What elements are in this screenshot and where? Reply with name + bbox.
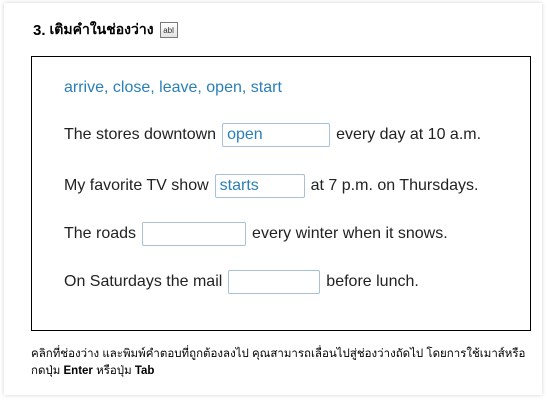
exercise-title: เติมคำในช่องว่าง (49, 21, 154, 37)
tab-key-label: Tab (134, 365, 155, 377)
blank-4-input[interactable] (228, 270, 321, 294)
exercise-header: 3. เติมคำในช่องว่าง abl (33, 20, 178, 40)
sentence-4-after: before lunch. (326, 273, 419, 290)
sentence-3: The roads every winter when it snows. (64, 221, 448, 247)
sentence-1: The stores downtown every day at 10 a.m. (64, 122, 481, 148)
blank-2-input[interactable] (214, 174, 305, 198)
fill-in-blank-icon: abl (159, 22, 178, 38)
blank-1-input[interactable] (222, 123, 331, 147)
exercise-panel: arrive, close, leave, open, start The st… (31, 56, 531, 331)
instructions-part-2: หรือปุ่ม (92, 365, 135, 377)
sentence-2-after: at 7 p.m. on Thursdays. (310, 177, 479, 194)
enter-key-label: Enter (63, 365, 93, 377)
word-bank: arrive, close, leave, open, start (64, 79, 282, 96)
sentence-4: On Saturdays the mail before lunch. (64, 269, 419, 295)
blank-3-input[interactable] (142, 222, 247, 246)
sentence-3-before: The roads (64, 225, 137, 242)
instructions-text: คลิกที่ช่องว่าง และพิมพ์คำตอบที่ถูกต้องล… (31, 346, 536, 380)
sentence-2: My favorite TV show at 7 p.m. on Thursda… (64, 173, 478, 199)
exercise-number: 3. (33, 21, 46, 39)
sentence-1-after: every day at 10 a.m. (336, 126, 482, 143)
sentence-4-before: On Saturdays the mail (64, 273, 223, 290)
sentence-3-after: every winter when it snows. (252, 225, 448, 242)
sentence-2-before: My favorite TV show (64, 177, 209, 194)
sentence-1-before: The stores downtown (64, 126, 217, 143)
